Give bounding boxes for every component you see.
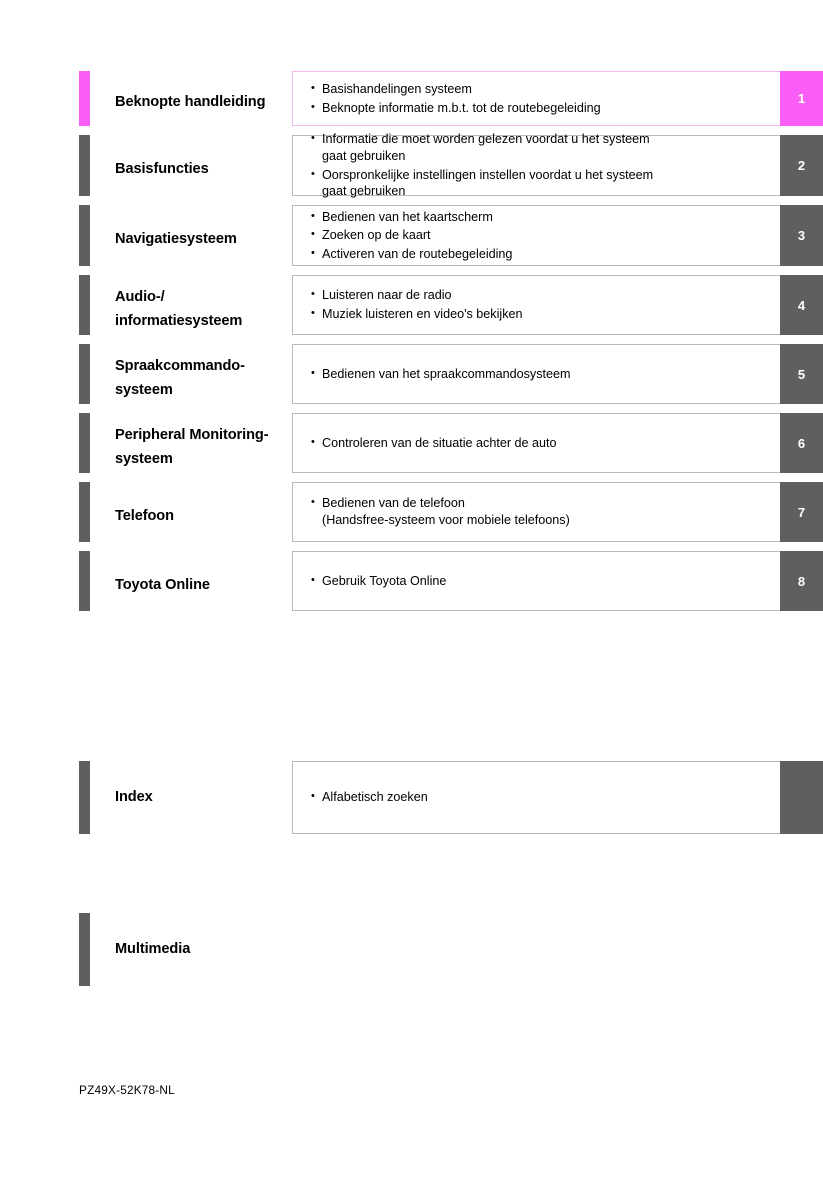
chapter-title: Basisfuncties <box>115 161 209 178</box>
chapter-description: Basishandelingen systeem Beknopte inform… <box>292 71 780 126</box>
index-description: Alfabetisch zoeken <box>292 761 780 834</box>
table-row[interactable]: Basisfuncties Informatie die moet worden… <box>79 131 823 205</box>
chapter-title: Navigatiesysteem <box>115 231 237 248</box>
index-tab[interactable] <box>780 761 823 834</box>
table-row[interactable]: Spraakcommando- systeem Bedienen van het… <box>79 344 823 413</box>
row-accent-bar <box>79 344 90 404</box>
table-row[interactable]: Toyota Online Gebruik Toyota Online 8 <box>79 551 823 620</box>
row-accent-bar <box>79 135 90 196</box>
chapter-description: Bedienen van het spraakcommandosysteem <box>292 344 780 404</box>
bullet-item: Activeren van de routebegeleiding <box>311 246 780 263</box>
row-accent-bar <box>79 413 90 473</box>
chapter-title: Telefoon <box>115 507 174 524</box>
manual-cover-page: Beknopte handleiding Basishandelingen sy… <box>0 0 823 1191</box>
bullet-item: Beknopte informatie m.b.t. tot de routeb… <box>311 100 780 117</box>
chapter-description: Gebruik Toyota Online <box>292 551 780 611</box>
chapter-title: Audio-/ informatiesysteem <box>115 288 243 329</box>
bullet-item: Bedienen van het kaartscherm <box>311 209 780 226</box>
chapter-number-tab[interactable]: 8 <box>780 551 823 611</box>
chapter-title: Toyota Online <box>115 576 210 593</box>
chapter-title: Spraakcommando- systeem <box>115 357 245 398</box>
row-accent-bar <box>79 275 90 335</box>
chapter-title: Peripheral Monitoring- systeem <box>115 426 269 467</box>
chapter-title: Beknopte handleiding <box>115 94 266 111</box>
table-row[interactable]: Navigatiesysteem Bedienen van het kaarts… <box>79 205 823 275</box>
chapter-number-tab[interactable]: 6 <box>780 413 823 473</box>
bullet-item: Oorspronkelijke instellingen instellen v… <box>311 167 780 200</box>
bullet-item: Zoeken op de kaart <box>311 227 780 244</box>
index-row[interactable]: Index Alfabetisch zoeken <box>79 761 823 834</box>
row-accent-bar <box>79 761 90 834</box>
multimedia-row[interactable]: Multimedia <box>79 913 823 986</box>
bullet-item: Luisteren naar de radio <box>311 287 780 304</box>
chapter-number-tab[interactable]: 4 <box>780 275 823 335</box>
chapter-description: Luisteren naar de radio Muziek luisteren… <box>292 275 780 335</box>
row-accent-bar <box>79 913 90 986</box>
chapter-description: Bedienen van de telefoon (Handsfree-syst… <box>292 482 780 542</box>
index-title: Index <box>115 788 153 805</box>
row-accent-bar <box>79 482 90 542</box>
table-row[interactable]: Telefoon Bedienen van de telefoon (Hands… <box>79 482 823 551</box>
chapter-number-tab[interactable]: 2 <box>780 135 823 196</box>
bullet-item: Basishandelingen systeem <box>311 81 780 98</box>
table-row[interactable]: Peripheral Monitoring- systeem Controler… <box>79 413 823 482</box>
row-accent-bar <box>79 71 90 126</box>
table-row[interactable]: Audio-/ informatiesysteem Luisteren naar… <box>79 275 823 344</box>
bullet-item: Informatie die moet worden gelezen voord… <box>311 131 780 164</box>
bullet-item: Bedienen van de telefoon (Handsfree-syst… <box>311 495 780 528</box>
document-code: PZ49X-52K78-NL <box>79 1083 175 1097</box>
bullet-item: Bedienen van het spraakcommandosysteem <box>311 366 780 383</box>
bullet-item: Controleren van de situatie achter de au… <box>311 435 780 452</box>
chapter-number-tab[interactable]: 5 <box>780 344 823 404</box>
chapter-description: Controleren van de situatie achter de au… <box>292 413 780 473</box>
bullet-item: Muziek luisteren en video's bekijken <box>311 306 780 323</box>
row-accent-bar <box>79 205 90 266</box>
bullet-item: Alfabetisch zoeken <box>311 789 780 806</box>
table-row[interactable]: Beknopte handleiding Basishandelingen sy… <box>79 71 823 135</box>
bullet-item: Gebruik Toyota Online <box>311 573 780 590</box>
chapter-number-tab[interactable]: 7 <box>780 482 823 542</box>
chapter-number-tab[interactable]: 1 <box>780 71 823 126</box>
multimedia-title: Multimedia <box>115 940 191 957</box>
chapter-table: Beknopte handleiding Basishandelingen sy… <box>79 71 823 620</box>
multimedia-spacer <box>292 913 823 986</box>
row-accent-bar <box>79 551 90 611</box>
chapter-number-tab[interactable]: 3 <box>780 205 823 266</box>
chapter-description: Informatie die moet worden gelezen voord… <box>292 131 780 198</box>
chapter-description: Bedienen van het kaartscherm Zoeken op d… <box>292 205 780 266</box>
